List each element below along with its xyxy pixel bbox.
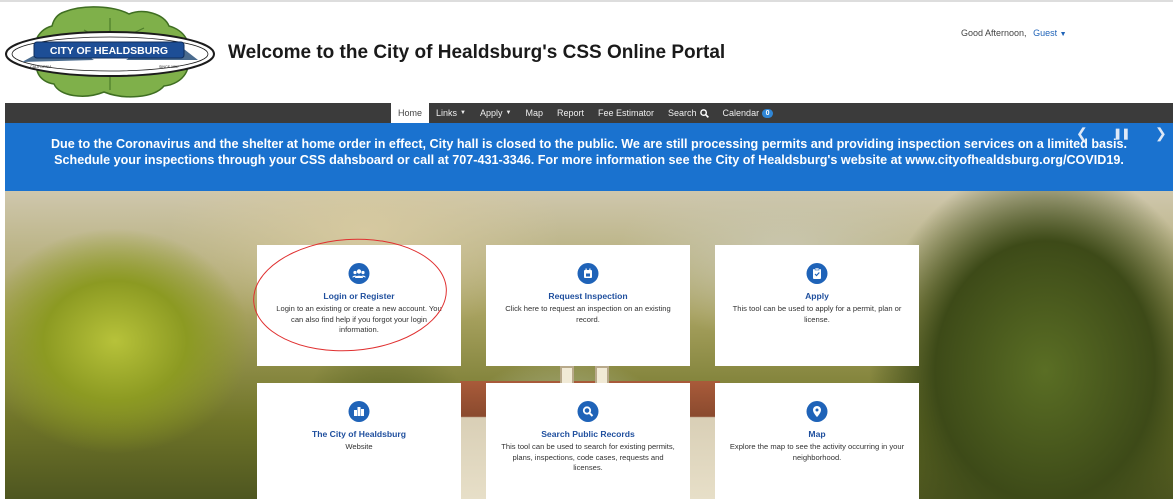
- card-login-register[interactable]: Login or Register Login to an existing o…: [257, 245, 461, 366]
- card-map[interactable]: Map Explore the map to see the activity …: [715, 383, 919, 499]
- greeting-text: Good Afternoon,: [961, 28, 1027, 38]
- page-title: Welcome to the City of Healdsburg's CSS …: [228, 42, 726, 63]
- card-title: The City of Healdsburg: [311, 429, 407, 439]
- users-icon: [348, 263, 370, 284]
- nav-home[interactable]: Home: [391, 103, 430, 123]
- calendar-count-badge: 0: [762, 108, 774, 118]
- logo-caption-left: CALIFORNIA: [30, 65, 52, 69]
- card-description: Click here to request an inspection on a…: [505, 304, 671, 324]
- map-pin-icon: [806, 401, 828, 422]
- clipboard-icon: [806, 263, 828, 284]
- nav-search-label: Search: [668, 108, 697, 118]
- chevron-down-icon: ▼: [1059, 31, 1067, 38]
- card-apply[interactable]: Apply This tool can be used to apply for…: [715, 245, 919, 366]
- nav-apply-label: Apply: [479, 108, 503, 118]
- nav-map[interactable]: Map: [518, 103, 550, 123]
- nav-report-label: Report: [556, 108, 584, 118]
- nav-home-label: Home: [398, 108, 423, 118]
- logo-caption-right: SINCE 1867: [159, 65, 179, 69]
- nav-links[interactable]: Links ▼: [429, 103, 473, 123]
- card-description: Explore the map to see the activity occu…: [729, 442, 905, 462]
- main-nav: Home Links ▼ Apply ▼ Map Report Fee Estima…: [5, 103, 1173, 123]
- card-description: Login to an existing or create a new acc…: [276, 304, 442, 335]
- nav-calendar-label: Calendar: [722, 108, 760, 118]
- card-title: Apply: [805, 291, 829, 301]
- search-icon: [699, 108, 709, 118]
- nav-apply[interactable]: Apply ▼: [473, 103, 518, 123]
- logo-text: CITY OF HEALDSBURG: [50, 45, 168, 57]
- city-logo[interactable]: CITY OF HEALDSBURG CALIFORNIA SINCE 1867: [4, 4, 216, 102]
- card-description: Website: [345, 442, 373, 451]
- user-menu-button[interactable]: Guest ▼: [1033, 28, 1066, 38]
- search-icon: [577, 401, 599, 422]
- nav-links-label: Links: [436, 108, 458, 118]
- card-title: Map: [808, 429, 826, 439]
- nav-map-label: Map: [525, 108, 543, 118]
- user-greeting: Good Afternoon, Guest ▼: [961, 28, 1067, 38]
- card-title: Request Inspection: [548, 291, 628, 301]
- chevron-down-icon: ▼: [460, 110, 466, 116]
- card-title: Search Public Records: [541, 429, 635, 439]
- chevron-right-icon[interactable]: ❯: [1155, 125, 1167, 142]
- nav-search[interactable]: Search: [661, 103, 716, 123]
- card-title: Login or Register: [323, 291, 395, 301]
- user-name: Guest: [1033, 28, 1058, 38]
- calendar-icon: [577, 263, 599, 284]
- card-description: This tool can be used to apply for a per…: [732, 304, 902, 324]
- city-icon: [348, 401, 370, 422]
- nav-report[interactable]: Report: [550, 103, 591, 123]
- page-header: CITY OF HEALDSBURG CALIFORNIA SINCE 1867…: [0, 0, 1173, 103]
- card-city-website[interactable]: The City of Healdsburg Website: [257, 383, 461, 499]
- card-search-public-records[interactable]: Search Public Records This tool can be u…: [486, 383, 690, 499]
- card-request-inspection[interactable]: Request Inspection Click here to request…: [486, 245, 690, 366]
- nav-fee-estimator-label: Fee Estimator: [597, 108, 655, 118]
- card-description: This tool can be used to search for exis…: [501, 442, 675, 473]
- chevron-down-icon: ▼: [505, 110, 512, 116]
- covid-announcement-banner: ❮ ❚❚ ❯ Due to the Coronavirus and the sh…: [5, 123, 1173, 191]
- nav-fee-estimator[interactable]: Fee Estimator: [591, 103, 661, 123]
- nav-calendar[interactable]: Calendar 0: [716, 103, 781, 123]
- announcement-text: Due to the Coronavirus and the shelter a…: [50, 137, 1128, 167]
